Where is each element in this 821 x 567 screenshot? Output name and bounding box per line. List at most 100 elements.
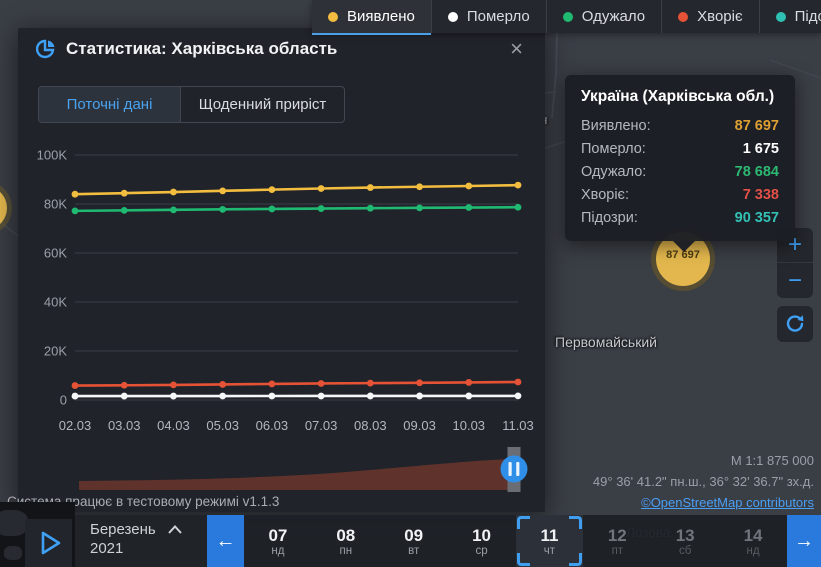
month-label: Березень [90,521,156,538]
x-tick-label: 02.03 [59,418,92,433]
data-point[interactable] [268,380,276,388]
data-point[interactable] [465,392,473,400]
day-number: 08 [336,526,356,545]
data-point[interactable] [120,206,128,214]
data-point[interactable] [268,186,276,194]
range-preview-area[interactable] [79,459,513,490]
legend-dot-icon [775,11,786,22]
data-point[interactable] [170,206,177,214]
tooltip-title: Україна (Харківська обл.) [581,88,775,105]
data-point[interactable] [219,205,227,213]
data-point[interactable] [465,379,473,386]
chevron-up-icon [167,525,182,534]
close-icon[interactable]: × [506,36,527,62]
tooltip-metric-label: Померло: [581,141,646,157]
day-weekday: пт [611,545,624,557]
day-cell-12[interactable]: 12 пт [583,515,651,567]
day-weekday: нд [746,545,760,557]
legend-dot-icon [328,11,338,22]
data-point[interactable] [170,381,177,389]
data-point[interactable] [416,392,423,400]
day-cell-10[interactable]: 10 ср [448,515,516,567]
data-point[interactable] [219,392,227,400]
data-point[interactable] [366,184,374,191]
day-cell-13[interactable]: 13 сб [651,515,719,567]
data-point[interactable] [514,392,522,400]
data-point[interactable] [317,392,325,400]
day-cell-07[interactable]: 07 нд [244,515,312,567]
data-point[interactable] [317,380,325,387]
data-point[interactable] [366,379,374,387]
data-point[interactable] [170,188,177,196]
legend-dot-icon [678,11,689,22]
range-slider-handle[interactable] [500,447,528,492]
data-point[interactable] [416,204,423,212]
region-tooltip: Україна (Харківська обл.) Виявлено: 87 69… [565,75,795,252]
osm-attribution-link[interactable]: ©OpenStreetMap contributors [593,492,814,513]
day-cell-11[interactable]: 11 чт [515,515,584,567]
legend-label: Хворіє [697,8,743,25]
data-point[interactable] [219,187,227,195]
data-point[interactable] [416,183,423,191]
data-point[interactable] [366,392,374,400]
data-point[interactable] [317,205,325,212]
y-tick-label: 60K [44,246,67,261]
day-number: 10 [472,526,492,545]
day-weekday: нд [271,545,285,557]
data-point[interactable] [120,392,128,400]
refresh-button[interactable] [777,306,813,342]
data-point[interactable] [268,205,276,213]
tooltip-metric-label: Хворіє: [581,187,629,203]
legend-label: Підозри [794,8,821,25]
data-point[interactable] [120,189,128,197]
data-point[interactable] [170,392,177,400]
map-info: М 1:1 875 000 49° 36' 41.2" пн.ш., 36° 3… [593,450,814,513]
modal-header: Статистика: Харківська область × [18,28,545,70]
data-point[interactable] [465,204,473,211]
data-point[interactable] [71,207,79,215]
day-cell-08[interactable]: 08 пн [312,515,380,567]
day-cell-09[interactable]: 09 вт [380,515,448,567]
data-point[interactable] [268,392,276,400]
tooltip-metric-value: 1 675 [742,141,779,157]
map-scale: М 1:1 875 000 [730,453,814,468]
day-number: 12 [607,526,627,545]
day-weekday: сб [679,545,692,557]
legend-item-Одужало[interactable]: Одужало [545,0,661,33]
data-point[interactable] [366,204,374,212]
arrow-left-icon: ← [215,529,236,552]
previous-week-button[interactable]: ← [207,515,244,567]
day-weekday: ср [475,545,488,557]
data-point[interactable] [71,392,79,400]
day-number: 11 [540,526,559,545]
tab-daily-growth[interactable]: Щоденний приріст [181,87,344,122]
legend-item-Виявлено[interactable]: Виявлено [312,0,431,35]
data-point[interactable] [71,190,79,198]
x-tick-label: 08.03 [354,418,387,433]
legend-item-Хворіє[interactable]: Хворіє [661,0,758,33]
series-line-Виявлено [74,183,519,196]
data-point[interactable] [514,203,522,211]
zoom-out-button[interactable]: − [777,263,813,298]
data-point[interactable] [465,182,473,190]
data-point[interactable] [71,382,79,389]
data-point[interactable] [514,181,522,189]
day-cell-14[interactable]: 14 нд [719,515,787,567]
month-selector[interactable]: Березень 2021 [75,515,207,567]
data-point[interactable] [219,381,227,388]
tooltip-row: Хворіє: 7 338 [581,184,779,207]
data-point[interactable] [317,185,325,192]
day-strip: 07 нд 08 пн 09 вт 10 ср 11 чт 12 пт 13 сб 14 нд [244,515,787,567]
data-point[interactable] [120,381,128,389]
next-week-button[interactable]: → [787,515,821,567]
data-point[interactable] [514,378,522,386]
y-tick-label: 0 [60,393,67,408]
map-town-label: Первомайський [555,334,657,350]
legend-item-Померло[interactable]: Померло [430,0,546,33]
legend-item-Підозри[interactable]: Підозри [758,0,821,33]
day-weekday: пн [339,545,353,557]
data-point[interactable] [416,379,423,387]
play-button[interactable] [25,519,72,567]
tooltip-metric-label: Підозри: [581,210,638,226]
tab-current-data[interactable]: Поточні дані [39,87,181,122]
